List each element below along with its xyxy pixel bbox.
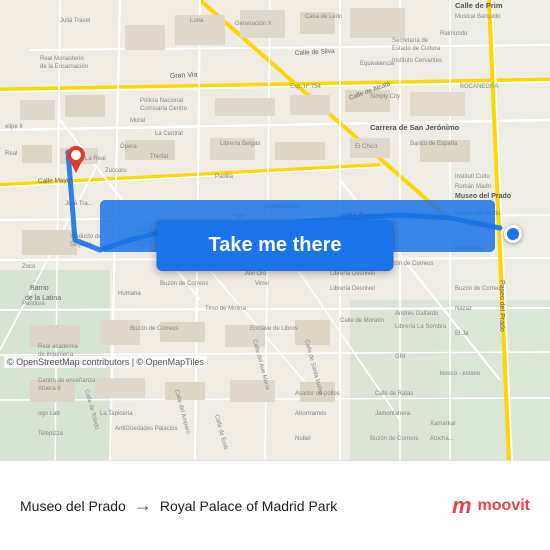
svg-text:Calle de Prim: Calle de Prim	[455, 1, 503, 10]
svg-text:Pandora: Pandora	[22, 301, 45, 307]
svg-text:Cafe de Ratas: Cafe de Ratas	[375, 391, 413, 397]
svg-text:Afuera II: Afuera II	[38, 386, 61, 392]
svg-text:La Central: La Central	[155, 131, 183, 137]
svg-text:Luna: Luna	[190, 18, 204, 24]
svg-text:Real Monasterio: Real Monasterio	[40, 56, 84, 62]
svg-text:Atocha...: Atocha...	[430, 436, 454, 442]
svg-text:Zoco: Zoco	[22, 264, 36, 270]
svg-text:Alvi Oro: Alvi Oro	[245, 271, 267, 277]
svg-text:Xamarkar: Xamarkar	[430, 421, 456, 427]
svg-text:Román Madri: Román Madri	[455, 184, 491, 190]
svg-text:Carrera de San Jerónimo: Carrera de San Jerónimo	[370, 123, 460, 132]
svg-text:Nazaz: Nazaz	[455, 306, 472, 312]
svg-text:Buzón de Correos: Buzón de Correos	[160, 281, 208, 287]
svg-text:Virrei: Virrei	[255, 281, 269, 287]
svg-text:Buzón de Correos: Buzón de Correos	[455, 286, 503, 292]
svg-text:Museo del Prado: Museo del Prado	[455, 193, 511, 200]
svg-text:GRI: GRI	[395, 354, 406, 360]
svg-text:Librería Desnivel: Librería Desnivel	[330, 271, 375, 277]
moovit-logo: m moovit	[452, 493, 530, 519]
svg-text:Real: Real	[5, 151, 17, 157]
svg-text:Estado de Cultura: Estado de Cultura	[392, 46, 441, 52]
svg-text:Calle Mayor: Calle Mayor	[38, 177, 74, 185]
take-me-there-button[interactable]: Take me there	[156, 220, 393, 271]
svg-text:Telepizza: Telepizza	[38, 431, 64, 437]
svg-text:Ópera: Ópera	[120, 143, 137, 150]
svg-text:Instituto Cervantes: Instituto Cervantes	[392, 58, 442, 64]
svg-text:AntiGüedades Palacios: AntiGüedades Palacios	[115, 426, 177, 432]
svg-text:Juliá Travel: Juliá Travel	[60, 18, 90, 24]
svg-text:Barrio: Barrio	[30, 285, 49, 292]
origin-label: Museo del Prado	[20, 498, 126, 514]
svg-text:Mural: Mural	[130, 118, 145, 124]
svg-text:de la Encarnación: de la Encarnación	[40, 64, 88, 70]
svg-text:Juliá Tra...: Juliá Tra...	[65, 201, 93, 207]
svg-text:Equivalencia: Equivalencia	[360, 61, 395, 67]
route-info: Museo del Prado → Royal Palace of Madrid…	[20, 495, 452, 516]
svg-text:Real academia: Real academia	[38, 344, 79, 350]
destination-label: Royal Palace of Madrid Park	[160, 498, 337, 514]
svg-text:BOCANEGRA: BOCANEGRA	[460, 84, 498, 90]
svg-text:Jamontanera: Jamontanera	[375, 411, 411, 417]
svg-text:elipe II: elipe II	[5, 124, 23, 130]
svg-text:Raimundo: Raimundo	[440, 31, 468, 37]
svg-text:Librería La Sombra: Librería La Sombra	[395, 324, 447, 330]
svg-text:Simply City: Simply City	[370, 94, 400, 100]
svg-text:kiosco - estano: kiosco - estano	[440, 371, 481, 377]
svg-text:Comisaría Centro: Comisaría Centro	[140, 106, 188, 112]
moovit-brand-text: moovit	[478, 497, 530, 515]
svg-text:Humana: Humana	[118, 291, 141, 297]
svg-text:La Tapicería: La Tapicería	[100, 411, 133, 417]
destination-marker	[504, 225, 522, 243]
svg-text:Centro de enseñanza: Centro de enseñanza	[38, 378, 96, 384]
origin-marker	[65, 145, 87, 173]
svg-text:ogo Lab: ogo Lab	[38, 411, 60, 417]
svg-text:Banco de España: Banco de España	[410, 141, 458, 147]
svg-text:Librería Desnivel: Librería Desnivel	[330, 286, 375, 292]
svg-text:Zuccaru: Zuccaru	[105, 168, 127, 174]
svg-text:Segovia: Segovia	[70, 242, 92, 248]
svg-text:Buzón de Correos: Buzón de Correos	[130, 326, 178, 332]
svg-text:Enclave de Libros: Enclave de Libros	[250, 326, 298, 332]
svg-text:El Chico: El Chico	[355, 144, 378, 150]
svg-text:Generación X: Generación X	[235, 21, 272, 27]
svg-text:Musical Barquillo: Musical Barquillo	[455, 14, 501, 20]
svg-text:Viaducto de: Viaducto de	[70, 234, 102, 240]
svg-text:Tirso de Molina: Tirso de Molina	[205, 306, 246, 312]
svg-text:Gran Via: Gran Via	[170, 72, 198, 80]
moovit-m-icon: m	[452, 493, 472, 519]
svg-text:Andrés Gallardo: Andrés Gallardo	[395, 311, 439, 317]
svg-text:Padilla: Padilla	[215, 174, 234, 180]
svg-text:Policía Nacional: Policía Nacional	[140, 98, 183, 104]
svg-text:Nubel: Nubel	[295, 436, 311, 442]
svg-text:Casa de León: Casa de León	[305, 14, 342, 20]
map-attribution: © OpenStreetMap contributors | © OpenMap…	[4, 356, 207, 368]
svg-text:Buzón de Correos: Buzón de Correos	[370, 436, 418, 442]
svg-text:Secretaría de: Secretaría de	[392, 38, 429, 44]
svg-text:Librería Belgas: Librería Belgas	[220, 141, 260, 147]
bottom-bar: Museo del Prado → Royal Palace of Madrid…	[0, 460, 550, 550]
svg-text:Exp. nº 754: Exp. nº 754	[290, 83, 322, 90]
svg-text:Institutl Cultu: Institutl Cultu	[455, 174, 490, 180]
route-arrow-icon: →	[134, 495, 152, 516]
svg-text:Ahorrramos: Ahorrramos	[295, 411, 326, 417]
svg-text:El Ja: El Ja	[455, 331, 469, 337]
svg-text:Calle de Moratín: Calle de Moratín	[340, 318, 384, 324]
svg-text:Thinfat: Thinfat	[150, 154, 169, 160]
svg-text:La Real: La Real	[85, 156, 106, 162]
map-container: Gran Via Calle Mayor Paseo del Prado Cal…	[0, 0, 550, 460]
